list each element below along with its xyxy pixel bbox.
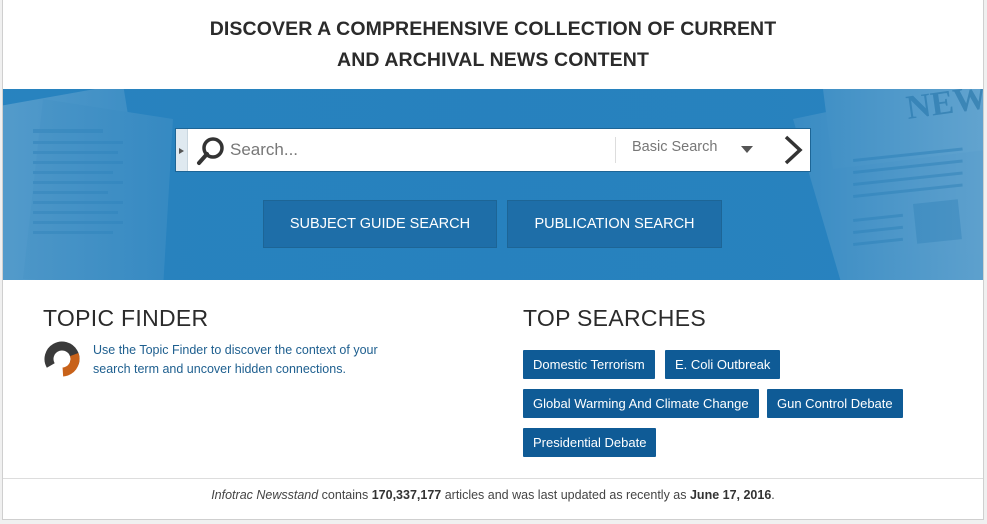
top-search-chip[interactable]: E. Coli Outbreak [665,350,781,379]
footer-text: contains [318,488,372,502]
magnifier-icon [197,137,224,165]
search-hero: NEW Basic Search [3,89,983,280]
headline-line-2: AND ARCHIVAL NEWS CONTENT [337,49,649,71]
hero-overlay [3,89,983,280]
footer-divider [3,478,983,479]
footer-stats: Infotrac Newsstand contains 170,337,177 … [3,488,983,502]
top-search-chip[interactable]: Domestic Terrorism [523,350,655,379]
article-count: 170,337,177 [371,488,442,502]
caret-down-icon[interactable] [741,146,753,153]
top-searches-title: TOP SEARCHES [523,305,706,331]
search-input[interactable] [230,135,610,165]
search-mode-select[interactable]: Basic Search [632,139,717,155]
top-search-chip[interactable]: Presidential Debate [523,428,657,457]
triangle-right-icon[interactable] [176,129,188,171]
product-name: Infotrac Newsstand [211,488,319,502]
page: DISCOVER A COMPREHENSIVE COLLECTION OF C… [2,0,984,520]
headline-line-1: DISCOVER A COMPREHENSIVE COLLECTION OF C… [209,18,777,40]
subject-guide-search-button[interactable]: SUBJECT GUIDE SEARCH [263,200,497,248]
last-updated-date: June 17, 2016 [689,488,772,502]
topic-finder-title: TOPIC FINDER [43,305,209,331]
topic-finder-icon[interactable] [44,341,80,377]
search-divider [615,137,616,163]
top-search-chip[interactable]: Gun Control Debate [767,389,903,418]
page-headline: DISCOVER A COMPREHENSIVE COLLECTION OF C… [3,14,983,76]
topic-finder-description[interactable]: Use the Topic Finder to discover the con… [93,341,413,379]
publication-search-button[interactable]: PUBLICATION SEARCH [507,200,722,248]
footer-text: . [771,488,775,502]
footer-text: articles and was last updated as recentl… [441,488,690,502]
chevron-right-icon[interactable] [778,133,808,167]
top-search-chip[interactable]: Global Warming And Climate Change [523,389,759,418]
search-bar: Basic Search [175,128,811,172]
